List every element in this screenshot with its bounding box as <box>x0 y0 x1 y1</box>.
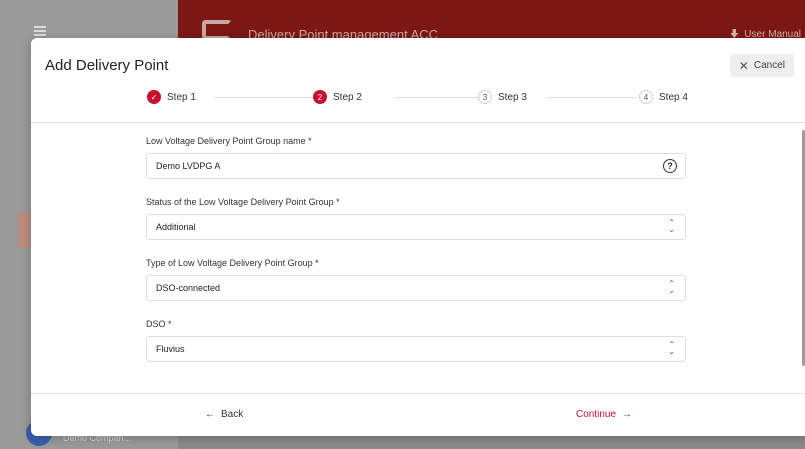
type-select[interactable]: DSO-connected ⌃ ⌄ <box>146 275 686 301</box>
status-field: Status of the Low Voltage Delivery Point… <box>146 197 686 258</box>
status-select[interactable]: Additional ⌃ ⌄ <box>146 214 686 240</box>
arrow-left-icon: ← <box>205 409 215 420</box>
step-4: 4 Step 4 <box>639 90 692 104</box>
add-delivery-point-dialog: Add Delivery Point ✕ Cancel ✓ Step 1 2 S… <box>31 38 805 436</box>
dso-value: Fluvius <box>156 344 185 354</box>
type-value: DSO-connected <box>156 283 221 293</box>
continue-button[interactable]: Continue → <box>576 409 632 420</box>
delivery-point-form: Low Voltage Delivery Point Group name * … <box>146 136 686 380</box>
continue-label: Continue <box>576 409 617 420</box>
step-label: Step 2 <box>333 91 362 103</box>
group-name-label: Low Voltage Delivery Point Group name * <box>146 136 312 146</box>
group-name-input[interactable]: Demo LVDPG A ? <box>146 153 686 179</box>
status-label: Status of the Low Voltage Delivery Point… <box>146 197 340 207</box>
step-connector <box>215 97 315 98</box>
type-field: Type of Low Voltage Delivery Point Group… <box>146 258 686 319</box>
step-1: ✓ Step 1 <box>147 90 200 104</box>
stepper: ✓ Step 1 2 Step 2 3 Step 3 4 Step 4 <box>147 90 695 110</box>
chevron-up-down-icon: ⌃ ⌄ <box>668 218 675 234</box>
dialog-title: Add Delivery Point <box>45 57 169 74</box>
scrollbar[interactable] <box>800 126 805 386</box>
close-icon: ✕ <box>738 58 749 73</box>
divider <box>31 122 805 123</box>
status-value: Additional <box>156 222 196 232</box>
step-number: 2 <box>313 90 327 104</box>
chevron-up-down-icon: ⌃ ⌄ <box>668 279 675 295</box>
download-icon <box>730 29 739 38</box>
step-label: Step 1 <box>167 91 196 103</box>
step-number: 4 <box>639 90 653 104</box>
menu-icon[interactable] <box>34 26 46 36</box>
group-name-value: Demo LVDPG A <box>156 161 221 171</box>
dso-select[interactable]: Fluvius ⌃ ⌄ <box>146 336 686 362</box>
back-label: Back <box>221 409 244 420</box>
step-label: Step 3 <box>498 91 527 103</box>
step-number: 3 <box>478 90 492 104</box>
arrow-right-icon: → <box>622 409 633 420</box>
app-logo-icon <box>202 20 232 40</box>
check-circle-icon: ✓ <box>147 90 161 104</box>
back-button[interactable]: ← Back <box>205 409 243 420</box>
step-2: 2 Step 2 <box>313 90 366 104</box>
cancel-label: Cancel <box>753 60 785 71</box>
chevron-up-down-icon: ⌃ ⌄ <box>668 340 675 356</box>
cancel-button[interactable]: ✕ Cancel <box>729 54 794 77</box>
sidebar-active-indicator <box>18 212 30 248</box>
help-circle-icon[interactable]: ? <box>663 159 677 173</box>
dso-label: DSO * <box>146 319 172 329</box>
type-label: Type of Low Voltage Delivery Point Group… <box>146 258 319 268</box>
footer-divider <box>31 393 805 394</box>
step-3: 3 Step 3 <box>478 90 531 104</box>
group-name-field: Low Voltage Delivery Point Group name * … <box>146 136 686 197</box>
dso-field: DSO * Fluvius ⌃ ⌄ <box>146 319 686 380</box>
step-label: Step 4 <box>659 91 688 103</box>
step-connector <box>547 97 637 98</box>
